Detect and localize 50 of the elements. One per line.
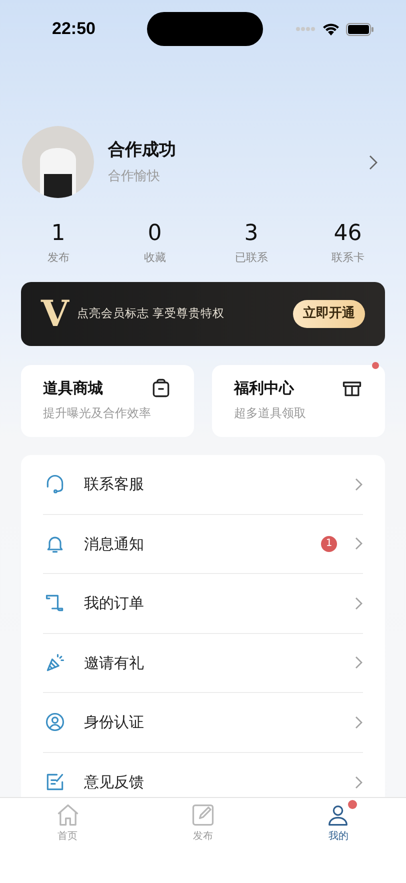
card-subtitle: 超多道具领取 — [234, 404, 307, 422]
menu-label: 联系客服 — [84, 474, 145, 495]
vip-text: 点亮会员标志 享受尊贵特权 — [76, 305, 226, 322]
stat-label: 发布 — [47, 250, 70, 266]
menu-item[interactable]: 邀请有礼 — [43, 634, 363, 693]
signal-icon — [296, 26, 316, 32]
card-title: 福利中心 — [234, 378, 294, 399]
stat-value: 46 — [334, 220, 362, 248]
bag-icon — [150, 377, 172, 400]
unread-badge: 1 — [321, 536, 337, 552]
menu-item[interactable]: 意见反馈 — [43, 752, 363, 797]
stat-label: 已联系 — [234, 250, 268, 266]
user-circle-icon — [44, 711, 66, 734]
feature-card[interactable]: 道具商城 提升曝光及合作效率 — [21, 365, 194, 437]
stat-value: 1 — [51, 220, 66, 248]
card-title: 道具商城 — [43, 378, 103, 399]
profile-subtitle: 合作愉快 — [108, 168, 161, 186]
headset-icon — [44, 473, 66, 496]
chevron-right-icon — [355, 656, 363, 670]
chevron-right-icon — [355, 776, 363, 789]
chevron-right-icon — [355, 596, 363, 610]
feature-card[interactable]: 福利中心 超多道具领取 — [212, 365, 385, 437]
chevron-right-icon — [369, 154, 378, 170]
party-popper-icon — [44, 652, 66, 674]
menu-label: 意见反馈 — [84, 772, 145, 793]
menu-label: 身份认证 — [84, 712, 145, 733]
avatar — [22, 126, 94, 198]
chevron-right-icon — [355, 478, 363, 491]
edit-icon — [190, 802, 216, 828]
status-time: 22:50 — [52, 18, 96, 40]
tab-item[interactable]: 我的 — [270, 802, 406, 848]
menu-label: 我的订单 — [84, 593, 145, 614]
stat-label: 收藏 — [144, 250, 166, 266]
menu-item[interactable]: 身份认证 — [43, 693, 363, 752]
card-subtitle: 提升曝光及合作效率 — [43, 404, 152, 422]
menu-item[interactable]: 消息通知 1 — [43, 514, 363, 574]
wifi-icon — [322, 22, 340, 36]
stat-label: 联系卡 — [331, 250, 364, 266]
vip-logo: V — [41, 296, 69, 332]
menu-item[interactable]: 我的订单 — [43, 574, 363, 634]
vip-open-button[interactable]: 立即开通 — [293, 300, 365, 328]
chevron-right-icon — [355, 537, 363, 550]
battery-icon — [346, 22, 374, 36]
stat-value: 0 — [148, 220, 162, 248]
profile-name: 合作成功 — [108, 138, 177, 162]
stat-value: 3 — [244, 220, 258, 248]
menu-label: 邀请有礼 — [84, 652, 145, 674]
menu-item[interactable]: 联系客服 — [43, 455, 363, 514]
chevron-right-icon — [355, 716, 363, 729]
menu-label: 消息通知 — [84, 534, 145, 554]
